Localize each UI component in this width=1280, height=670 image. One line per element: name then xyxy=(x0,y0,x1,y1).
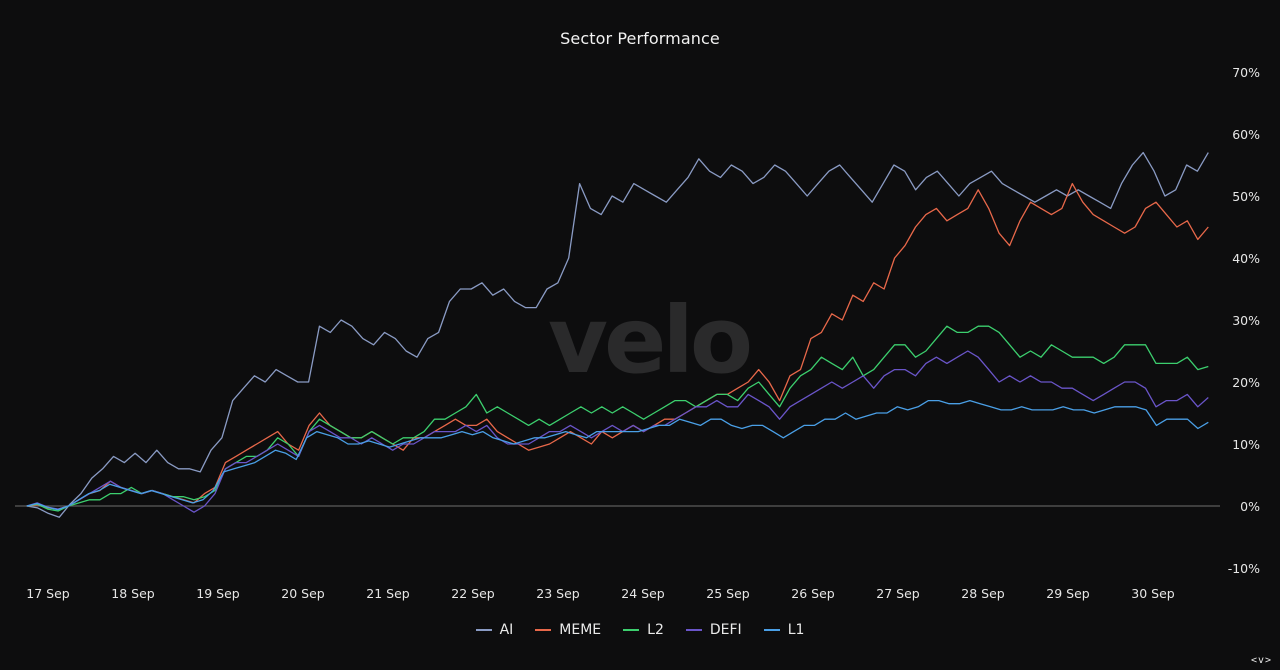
legend-item-meme[interactable]: MEME xyxy=(535,622,601,638)
x-tick-label: 18 Sep xyxy=(111,586,155,601)
x-tick-label: 27 Sep xyxy=(876,586,920,601)
x-tick-label: 28 Sep xyxy=(961,586,1005,601)
x-tick-label: 20 Sep xyxy=(281,586,325,601)
y-tick-label: 50% xyxy=(1232,189,1260,204)
x-tick-label: 25 Sep xyxy=(706,586,750,601)
legend: AI MEME L2 DEFI L1 xyxy=(0,622,1280,638)
x-tick-label: 22 Sep xyxy=(451,586,495,601)
legend-item-ai[interactable]: AI xyxy=(475,622,514,638)
x-tick-label: 17 Sep xyxy=(26,586,70,601)
legend-swatch xyxy=(475,629,492,631)
legend-item-l2[interactable]: L2 xyxy=(623,622,664,638)
legend-label: MEME xyxy=(559,622,602,638)
legend-swatch xyxy=(685,629,702,631)
y-tick-label: 60% xyxy=(1232,127,1260,142)
legend-label: L2 xyxy=(647,622,664,638)
x-tick-label: 21 Sep xyxy=(366,586,410,601)
x-tick-label: 29 Sep xyxy=(1046,586,1090,601)
legend-label: AI xyxy=(499,622,514,638)
legend-label: DEFI xyxy=(709,622,742,638)
legend-label: L1 xyxy=(787,622,805,638)
x-tick-label: 24 Sep xyxy=(621,586,665,601)
watermark: velo xyxy=(548,287,750,394)
chart-area: velo 70% 60% 50% 40% 30% 20% 10% 0% -10% 17 Sep 1… xyxy=(15,65,1260,601)
y-tick-label: -10% xyxy=(1228,561,1260,576)
y-tick-label: 10% xyxy=(1232,437,1260,452)
legend-swatch xyxy=(535,629,552,631)
legend-item-l1[interactable]: L1 xyxy=(763,622,805,638)
x-tick-label: 30 Sep xyxy=(1131,586,1175,601)
legend-swatch xyxy=(623,629,640,631)
y-tick-label: 0% xyxy=(1240,499,1260,514)
legend-swatch xyxy=(763,629,780,631)
y-tick-label: 40% xyxy=(1232,251,1260,266)
x-tick-label: 26 Sep xyxy=(791,586,835,601)
x-tick-label: 19 Sep xyxy=(196,586,240,601)
y-tick-label: 30% xyxy=(1232,313,1260,328)
x-tick-label: 23 Sep xyxy=(536,586,580,601)
y-tick-label: 70% xyxy=(1232,65,1260,80)
legend-item-defi[interactable]: DEFI xyxy=(685,622,742,638)
y-tick-label: 20% xyxy=(1232,375,1260,390)
chart-navigation-control[interactable]: <v> xyxy=(1251,655,1272,666)
